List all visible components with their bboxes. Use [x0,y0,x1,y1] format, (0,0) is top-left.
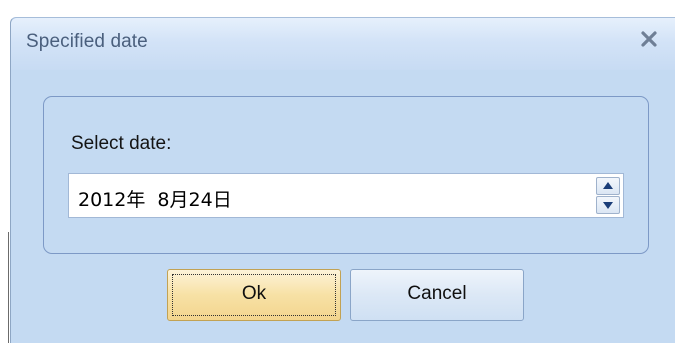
title-bar[interactable]: Specified date [11,18,675,70]
spin-down-button[interactable] [596,196,620,214]
dialog-title: Specified date [26,31,148,52]
ok-button[interactable]: Ok [167,269,341,321]
spin-up-arrow-icon [603,182,613,189]
background-window-edge [8,232,9,343]
specified-date-dialog: Specified date Select date: 2012年 8月24日 … [10,17,675,343]
spin-down-arrow-icon [603,202,613,209]
close-icon[interactable] [638,28,660,50]
cancel-button-label: Cancel [407,283,467,304]
cancel-button[interactable]: Cancel [350,269,524,321]
ok-button-label: Ok [241,283,267,304]
date-picker-field[interactable]: 2012年 8月24日 [68,173,624,218]
date-value[interactable]: 2012年 8月24日 [78,185,232,212]
spin-up-button[interactable] [596,177,620,195]
select-date-label: Select date: [71,133,172,154]
date-group-box: Select date: 2012年 8月24日 [43,96,649,254]
date-spinner [596,177,620,214]
